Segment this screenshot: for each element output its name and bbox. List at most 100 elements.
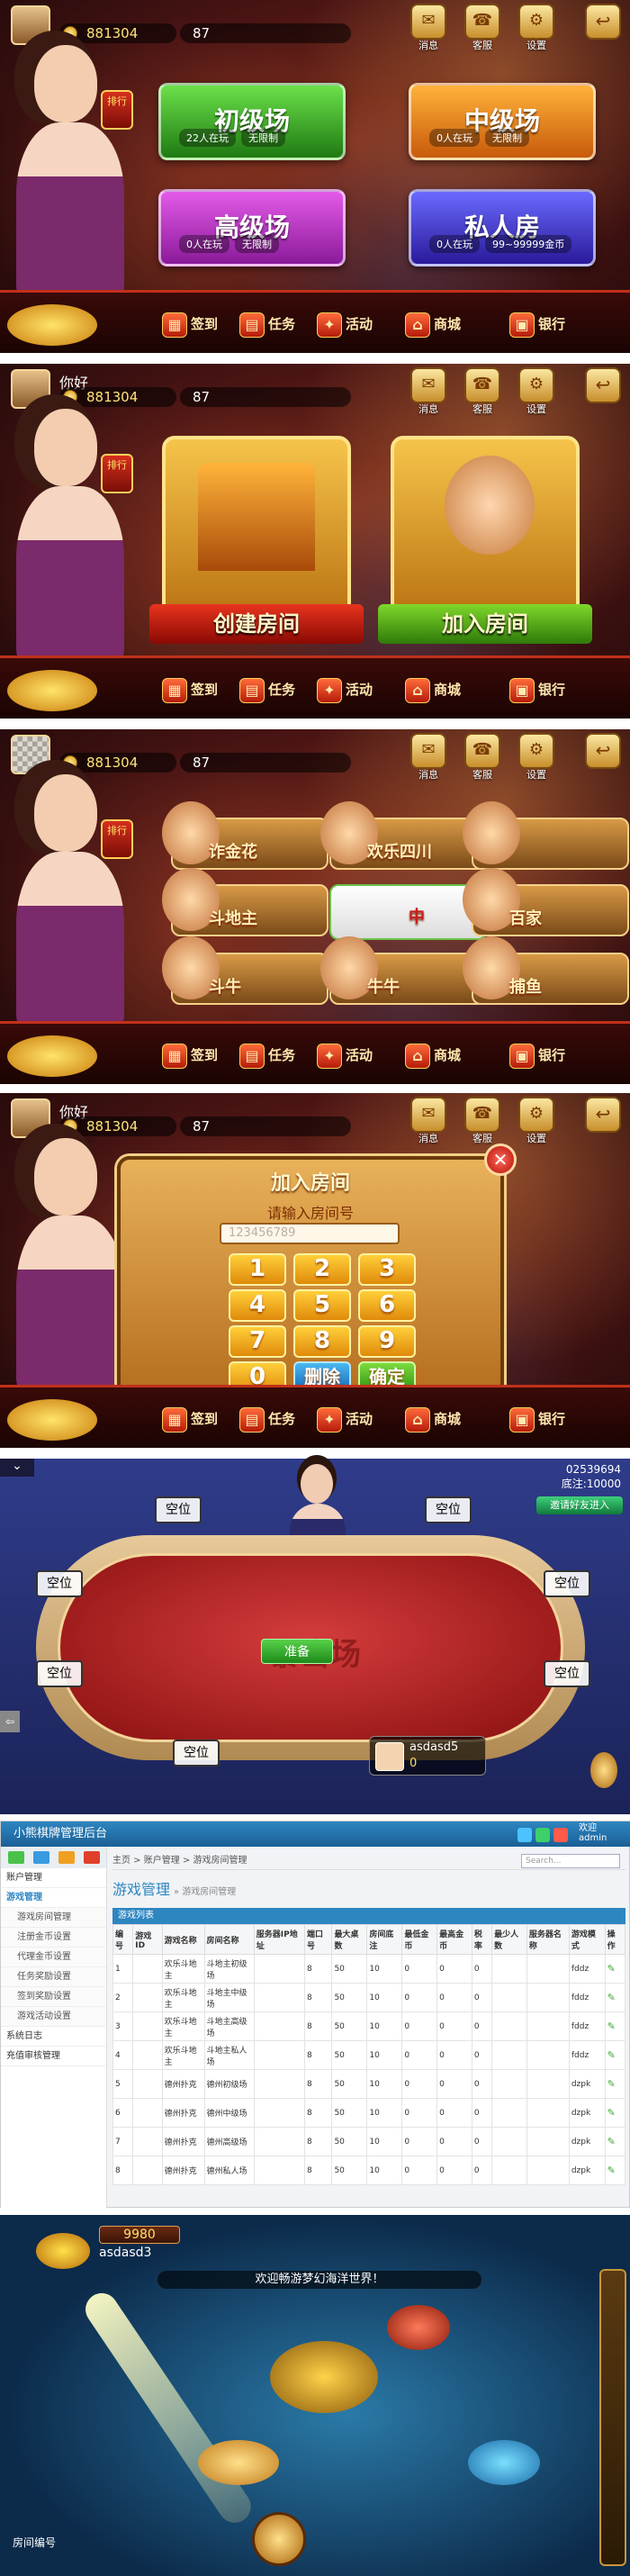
key-9[interactable]: 9 xyxy=(358,1325,416,1358)
edit-icon[interactable]: ✎ xyxy=(604,2098,626,2128)
rank-button[interactable]: 排行 xyxy=(101,90,133,130)
shop-button[interactable]: ⌂ 商城 xyxy=(405,1403,461,1435)
key-6[interactable]: 6 xyxy=(358,1289,416,1322)
column-header[interactable]: 最高金币 xyxy=(436,1924,472,1955)
column-header[interactable]: 房间名称 xyxy=(203,1924,255,1955)
sidebar-item[interactable]: 注册金币设置 xyxy=(1,1928,106,1948)
edit-icon[interactable]: ✎ xyxy=(604,2156,626,2185)
seat-empty[interactable]: 空位 xyxy=(36,1660,83,1687)
rank-button[interactable]: 排行 xyxy=(101,454,133,493)
column-header[interactable]: 最大桌数 xyxy=(331,1924,368,1955)
settings-button[interactable]: ⚙ 设置 xyxy=(518,4,554,51)
key-2[interactable]: 2 xyxy=(293,1253,351,1286)
sidebar-item[interactable]: 代理金币设置 xyxy=(1,1948,106,1967)
column-header[interactable]: 端口号 xyxy=(303,1924,333,1955)
game-card-baijia[interactable]: 百家 xyxy=(463,868,629,936)
message-icon[interactable] xyxy=(518,1828,532,1842)
service-button[interactable]: ☎ 客服 xyxy=(464,1097,500,1144)
seat-empty[interactable]: 空位 xyxy=(544,1570,590,1597)
create-room-button[interactable]: 创建房间 xyxy=(149,436,364,644)
game-card-3[interactable] xyxy=(463,801,629,870)
task-button[interactable]: ▤ 任务 xyxy=(239,1039,295,1071)
settings-button[interactable]: ⚙ 设置 xyxy=(518,1097,554,1144)
activity-button[interactable]: ✦ 活动 xyxy=(317,308,373,340)
settings-icon[interactable] xyxy=(84,1851,100,1864)
sidebar-item[interactable]: 系统日志 xyxy=(1,2027,106,2047)
bank-button[interactable]: ▣ 银行 xyxy=(509,308,565,340)
task-icon[interactable] xyxy=(536,1828,550,1842)
tool-icon[interactable] xyxy=(8,1851,24,1864)
column-header[interactable]: 税率 xyxy=(471,1924,493,1955)
seat-empty[interactable]: 空位 xyxy=(544,1660,590,1687)
side-toolbar[interactable] xyxy=(599,2269,626,2566)
service-button[interactable]: ☎ 客服 xyxy=(464,4,500,51)
column-header[interactable]: 操作 xyxy=(604,1924,626,1955)
search-input[interactable]: Search... xyxy=(521,1854,620,1868)
microphone-icon[interactable] xyxy=(590,1752,617,1788)
key-5[interactable]: 5 xyxy=(293,1289,351,1322)
message-button[interactable]: ✉ 消息 xyxy=(410,1097,446,1144)
edit-icon[interactable]: ✎ xyxy=(604,2127,626,2156)
room-card-intermediate[interactable]: 中级场 0人在玩 无限制 xyxy=(409,83,596,160)
signin-button[interactable]: ▦ 签到 xyxy=(162,1403,218,1435)
sidebar-item[interactable]: 游戏管理 xyxy=(1,1888,106,1908)
room-card-private[interactable]: 私人房 0人在玩 99~99999金币 xyxy=(409,189,596,267)
back-button[interactable]: ↩ xyxy=(585,733,621,769)
column-header[interactable]: 服务器名称 xyxy=(526,1924,570,1955)
key-8[interactable]: 8 xyxy=(293,1325,351,1358)
seat-empty[interactable]: 空位 xyxy=(173,1740,220,1767)
collapse-icon[interactable]: ⌄ xyxy=(0,1459,34,1477)
edit-icon[interactable]: ✎ xyxy=(604,2011,626,2041)
settings-button[interactable]: ⚙ 设置 xyxy=(518,733,554,781)
back-button[interactable]: ↩ xyxy=(585,367,621,403)
sidebar-item[interactable]: 任务奖励设置 xyxy=(1,1967,106,1987)
key-4[interactable]: 4 xyxy=(229,1289,286,1322)
column-header[interactable]: 房间底注 xyxy=(366,1924,403,1955)
column-header[interactable]: 游戏ID xyxy=(132,1924,163,1955)
alert-icon[interactable] xyxy=(554,1828,568,1842)
column-header[interactable]: 最少人数 xyxy=(491,1924,527,1955)
rank-button[interactable]: 排行 xyxy=(101,819,133,859)
activity-button[interactable]: ✦ 活动 xyxy=(317,1039,373,1071)
game-card-douniu[interactable]: 斗牛 xyxy=(162,936,328,1005)
room-card-beginner[interactable]: 初级场 22人在玩 无限制 xyxy=(158,83,346,160)
signin-button[interactable]: ▦ 签到 xyxy=(162,1039,218,1071)
task-button[interactable]: ▤ 任务 xyxy=(239,673,295,706)
column-header[interactable]: 编号 xyxy=(112,1924,134,1955)
column-header[interactable]: 游戏模式 xyxy=(568,1924,606,1955)
settings-button[interactable]: ⚙ 设置 xyxy=(518,367,554,415)
edit-icon[interactable]: ✎ xyxy=(604,2069,626,2099)
service-button[interactable]: ☎ 客服 xyxy=(464,367,500,415)
bank-button[interactable]: ▣ 银行 xyxy=(509,1403,565,1435)
sidebar-item[interactable]: 签到奖励设置 xyxy=(1,1987,106,2007)
activity-button[interactable]: ✦ 活动 xyxy=(317,673,373,706)
sidebar-item[interactable]: 充值审核管理 xyxy=(1,2047,106,2066)
cannon[interactable] xyxy=(252,2512,306,2566)
shop-button[interactable]: ⌂ 商城 xyxy=(405,308,461,340)
edit-icon[interactable] xyxy=(33,1851,50,1864)
room-number-input[interactable]: 123456789 xyxy=(220,1223,400,1244)
edit-icon[interactable]: ✎ xyxy=(604,2040,626,2070)
column-header[interactable]: 服务器IP地址 xyxy=(253,1924,305,1955)
ready-button[interactable]: 准备 xyxy=(261,1639,333,1664)
seat-empty[interactable]: 空位 xyxy=(36,1570,83,1597)
sidebar-item[interactable]: 游戏房间管理 xyxy=(1,1908,106,1928)
user-icon[interactable] xyxy=(58,1851,75,1864)
service-button[interactable]: ☎ 客服 xyxy=(464,733,500,781)
game-card-doudizhu[interactable]: 斗地主 xyxy=(162,868,328,936)
game-card-zhajinhua[interactable]: 诈金花 xyxy=(162,801,328,870)
back-button[interactable]: ↩ xyxy=(585,1097,621,1133)
sidebar-item[interactable]: 账户管理 xyxy=(1,1868,106,1888)
edit-icon[interactable]: ✎ xyxy=(604,1983,626,2012)
key-3[interactable]: 3 xyxy=(358,1253,416,1286)
seat-empty[interactable]: 空位 xyxy=(425,1496,472,1523)
edit-icon[interactable]: ✎ xyxy=(604,1954,626,1984)
game-card-fishing[interactable]: 捕鱼 xyxy=(463,936,629,1005)
message-button[interactable]: ✉ 消息 xyxy=(410,4,446,51)
seat-empty[interactable]: 空位 xyxy=(155,1496,202,1523)
signin-button[interactable]: ▦ 签到 xyxy=(162,673,218,706)
admin-user-menu[interactable]: 欢迎 admin xyxy=(579,1823,624,1845)
column-header[interactable]: 最低金币 xyxy=(401,1924,438,1955)
signin-button[interactable]: ▦ 签到 xyxy=(162,308,218,340)
exit-icon[interactable]: ⇦ xyxy=(0,1711,20,1732)
